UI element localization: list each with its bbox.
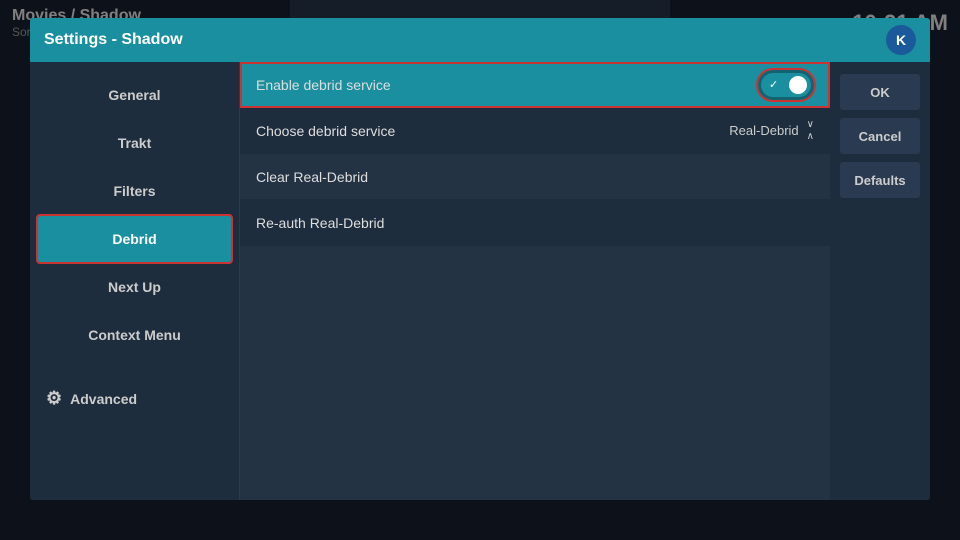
- clear-debrid-label: Clear Real-Debrid: [256, 169, 814, 185]
- gear-icon: ⚙: [46, 388, 62, 409]
- chevron-up-icon: ∧: [807, 131, 814, 142]
- settings-dialog: Settings - Shadow K General Trakt Filter…: [30, 18, 930, 500]
- toggle-knob: [789, 76, 807, 94]
- defaults-button[interactable]: Defaults: [840, 162, 920, 198]
- sidebar-item-trakt[interactable]: Trakt: [38, 120, 231, 166]
- cancel-button[interactable]: Cancel: [840, 118, 920, 154]
- sidebar-item-debrid[interactable]: Debrid: [38, 216, 231, 262]
- sidebar-item-filters-label: Filters: [113, 183, 155, 199]
- sidebar-item-next-up-label: Next Up: [108, 279, 161, 295]
- toggle-check-icon: ✓: [769, 78, 778, 91]
- advanced-label: Advanced: [70, 391, 137, 407]
- dialog-body: General Trakt Filters Debrid Next Up Con…: [30, 62, 930, 500]
- sidebar: General Trakt Filters Debrid Next Up Con…: [30, 62, 240, 500]
- sidebar-item-context-menu[interactable]: Context Menu: [38, 312, 231, 358]
- reauth-debrid-label: Re-auth Real-Debrid: [256, 215, 814, 231]
- enable-debrid-row[interactable]: Enable debrid service ✓: [240, 62, 830, 108]
- reauth-debrid-row[interactable]: Re-auth Real-Debrid: [240, 200, 830, 246]
- dialog-header: Settings - Shadow K: [30, 18, 930, 62]
- sidebar-item-general[interactable]: General: [38, 72, 231, 118]
- sidebar-item-general-label: General: [108, 87, 160, 103]
- choose-debrid-row[interactable]: Choose debrid service Real-Debrid ∨ ∧: [240, 108, 830, 154]
- advanced-section[interactable]: ⚙ Advanced: [46, 388, 223, 409]
- sidebar-item-filters[interactable]: Filters: [38, 168, 231, 214]
- chevron-down-icon: ∨: [807, 119, 814, 130]
- kodi-icon-label: K: [896, 32, 906, 48]
- dialog-title: Settings - Shadow: [44, 31, 183, 49]
- action-buttons: OK Cancel Defaults: [830, 62, 930, 500]
- enable-debrid-toggle-container[interactable]: ✓: [758, 70, 814, 100]
- sidebar-item-next-up[interactable]: Next Up: [38, 264, 231, 310]
- ok-button[interactable]: OK: [840, 74, 920, 110]
- sidebar-item-trakt-label: Trakt: [118, 135, 151, 151]
- clear-debrid-row[interactable]: Clear Real-Debrid: [240, 154, 830, 200]
- choose-debrid-value: Real-Debrid: [729, 123, 798, 138]
- kodi-icon[interactable]: K: [886, 25, 916, 55]
- chevron-group[interactable]: ∨ ∧: [807, 119, 814, 142]
- content-area: Enable debrid service ✓ Choose debrid se…: [240, 62, 830, 500]
- enable-debrid-label: Enable debrid service: [256, 77, 758, 93]
- sidebar-item-context-menu-label: Context Menu: [88, 327, 181, 343]
- choose-debrid-label: Choose debrid service: [256, 123, 729, 139]
- enable-debrid-toggle[interactable]: ✓: [761, 73, 811, 97]
- sidebar-item-debrid-label: Debrid: [112, 231, 156, 247]
